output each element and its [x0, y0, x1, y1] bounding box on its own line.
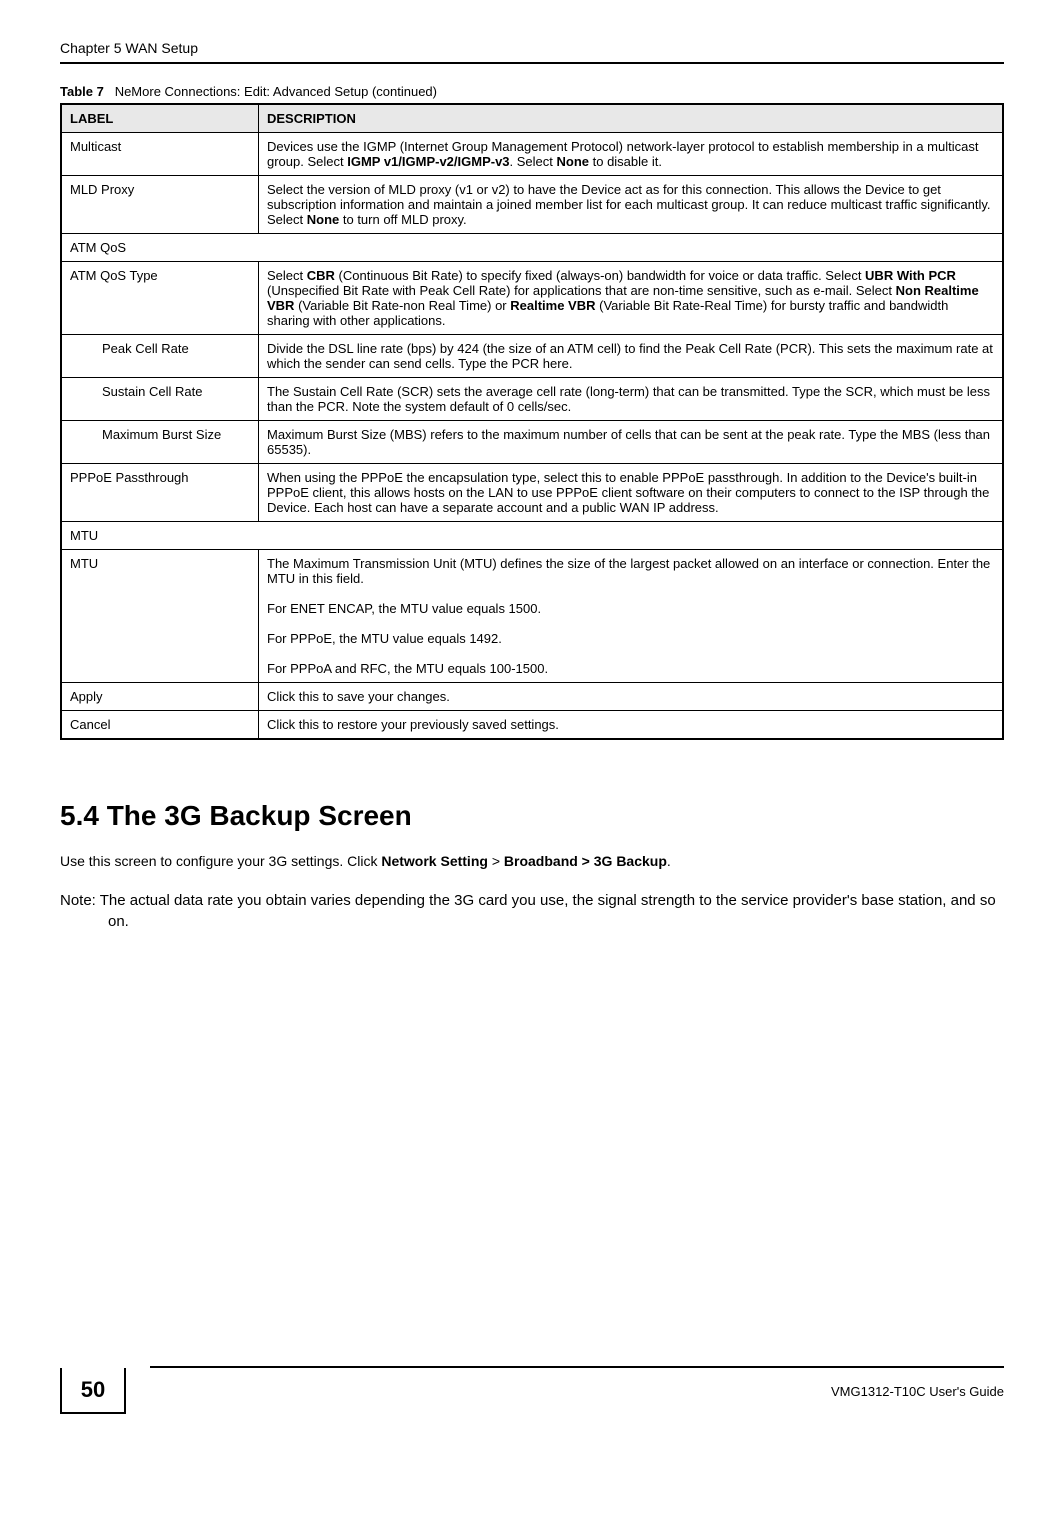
cell-label: Multicast: [61, 133, 259, 176]
section-cell: MTU: [61, 522, 1003, 550]
cell-label: Apply: [61, 683, 259, 711]
row-mld-proxy: MLD Proxy Select the version of MLD prox…: [61, 176, 1003, 234]
row-pppoe-passthrough: PPPoE Passthrough When using the PPPoE t…: [61, 464, 1003, 522]
cell-desc: When using the PPPoE the encapsulation t…: [259, 464, 1004, 522]
advanced-setup-table: LABEL DESCRIPTION Multicast Devices use …: [60, 103, 1004, 740]
row-cancel: Cancel Click this to restore your previo…: [61, 711, 1003, 740]
page-header: Chapter 5 WAN Setup: [60, 40, 1004, 64]
cell-desc: The Maximum Transmission Unit (MTU) defi…: [259, 550, 1004, 683]
section-note: Note: The actual data rate you obtain va…: [60, 890, 1004, 932]
cell-desc: Divide the DSL line rate (bps) by 424 (t…: [259, 335, 1004, 378]
cell-desc: Devices use the IGMP (Internet Group Man…: [259, 133, 1004, 176]
row-peak-cell-rate: Peak Cell Rate Divide the DSL line rate …: [61, 335, 1003, 378]
table-number: Table 7: [60, 84, 104, 99]
page-number: 50: [60, 1368, 126, 1414]
cell-desc: Select CBR (Continuous Bit Rate) to spec…: [259, 262, 1004, 335]
table-caption: Table 7 NeMore Connections: Edit: Advanc…: [60, 84, 1004, 99]
guide-name: VMG1312-T10C User's Guide: [831, 1384, 1004, 1399]
row-multicast: Multicast Devices use the IGMP (Internet…: [61, 133, 1003, 176]
page-footer: 50 VMG1312-T10C User's Guide: [0, 1366, 1064, 1414]
chapter-title: Chapter 5 WAN Setup: [60, 40, 198, 56]
cell-label: Peak Cell Rate: [61, 335, 259, 378]
cell-desc: Select the version of MLD proxy (v1 or v…: [259, 176, 1004, 234]
col-description: DESCRIPTION: [259, 104, 1004, 133]
row-sustain-cell-rate: Sustain Cell Rate The Sustain Cell Rate …: [61, 378, 1003, 421]
cell-label: Cancel: [61, 711, 259, 740]
section-title: 5.4 The 3G Backup Screen: [60, 800, 1004, 832]
cell-label: ATM QoS Type: [61, 262, 259, 335]
table-caption-text: NeMore Connections: Edit: Advanced Setup…: [115, 84, 437, 99]
section-cell: ATM QoS: [61, 234, 1003, 262]
cell-label: MTU: [61, 550, 259, 683]
cell-desc: Click this to save your changes.: [259, 683, 1004, 711]
row-mtu-section: MTU: [61, 522, 1003, 550]
row-max-burst-size: Maximum Burst Size Maximum Burst Size (M…: [61, 421, 1003, 464]
col-label: LABEL: [61, 104, 259, 133]
row-atm-qos-type: ATM QoS Type Select CBR (Continuous Bit …: [61, 262, 1003, 335]
section-body: Use this screen to configure your 3G set…: [60, 852, 1004, 872]
cell-label: PPPoE Passthrough: [61, 464, 259, 522]
row-mtu: MTU The Maximum Transmission Unit (MTU) …: [61, 550, 1003, 683]
cell-label: MLD Proxy: [61, 176, 259, 234]
cell-label: Sustain Cell Rate: [61, 378, 259, 421]
row-apply: Apply Click this to save your changes.: [61, 683, 1003, 711]
cell-desc: The Sustain Cell Rate (SCR) sets the ave…: [259, 378, 1004, 421]
cell-desc: Maximum Burst Size (MBS) refers to the m…: [259, 421, 1004, 464]
row-atm-qos-section: ATM QoS: [61, 234, 1003, 262]
cell-desc: Click this to restore your previously sa…: [259, 711, 1004, 740]
cell-label: Maximum Burst Size: [61, 421, 259, 464]
